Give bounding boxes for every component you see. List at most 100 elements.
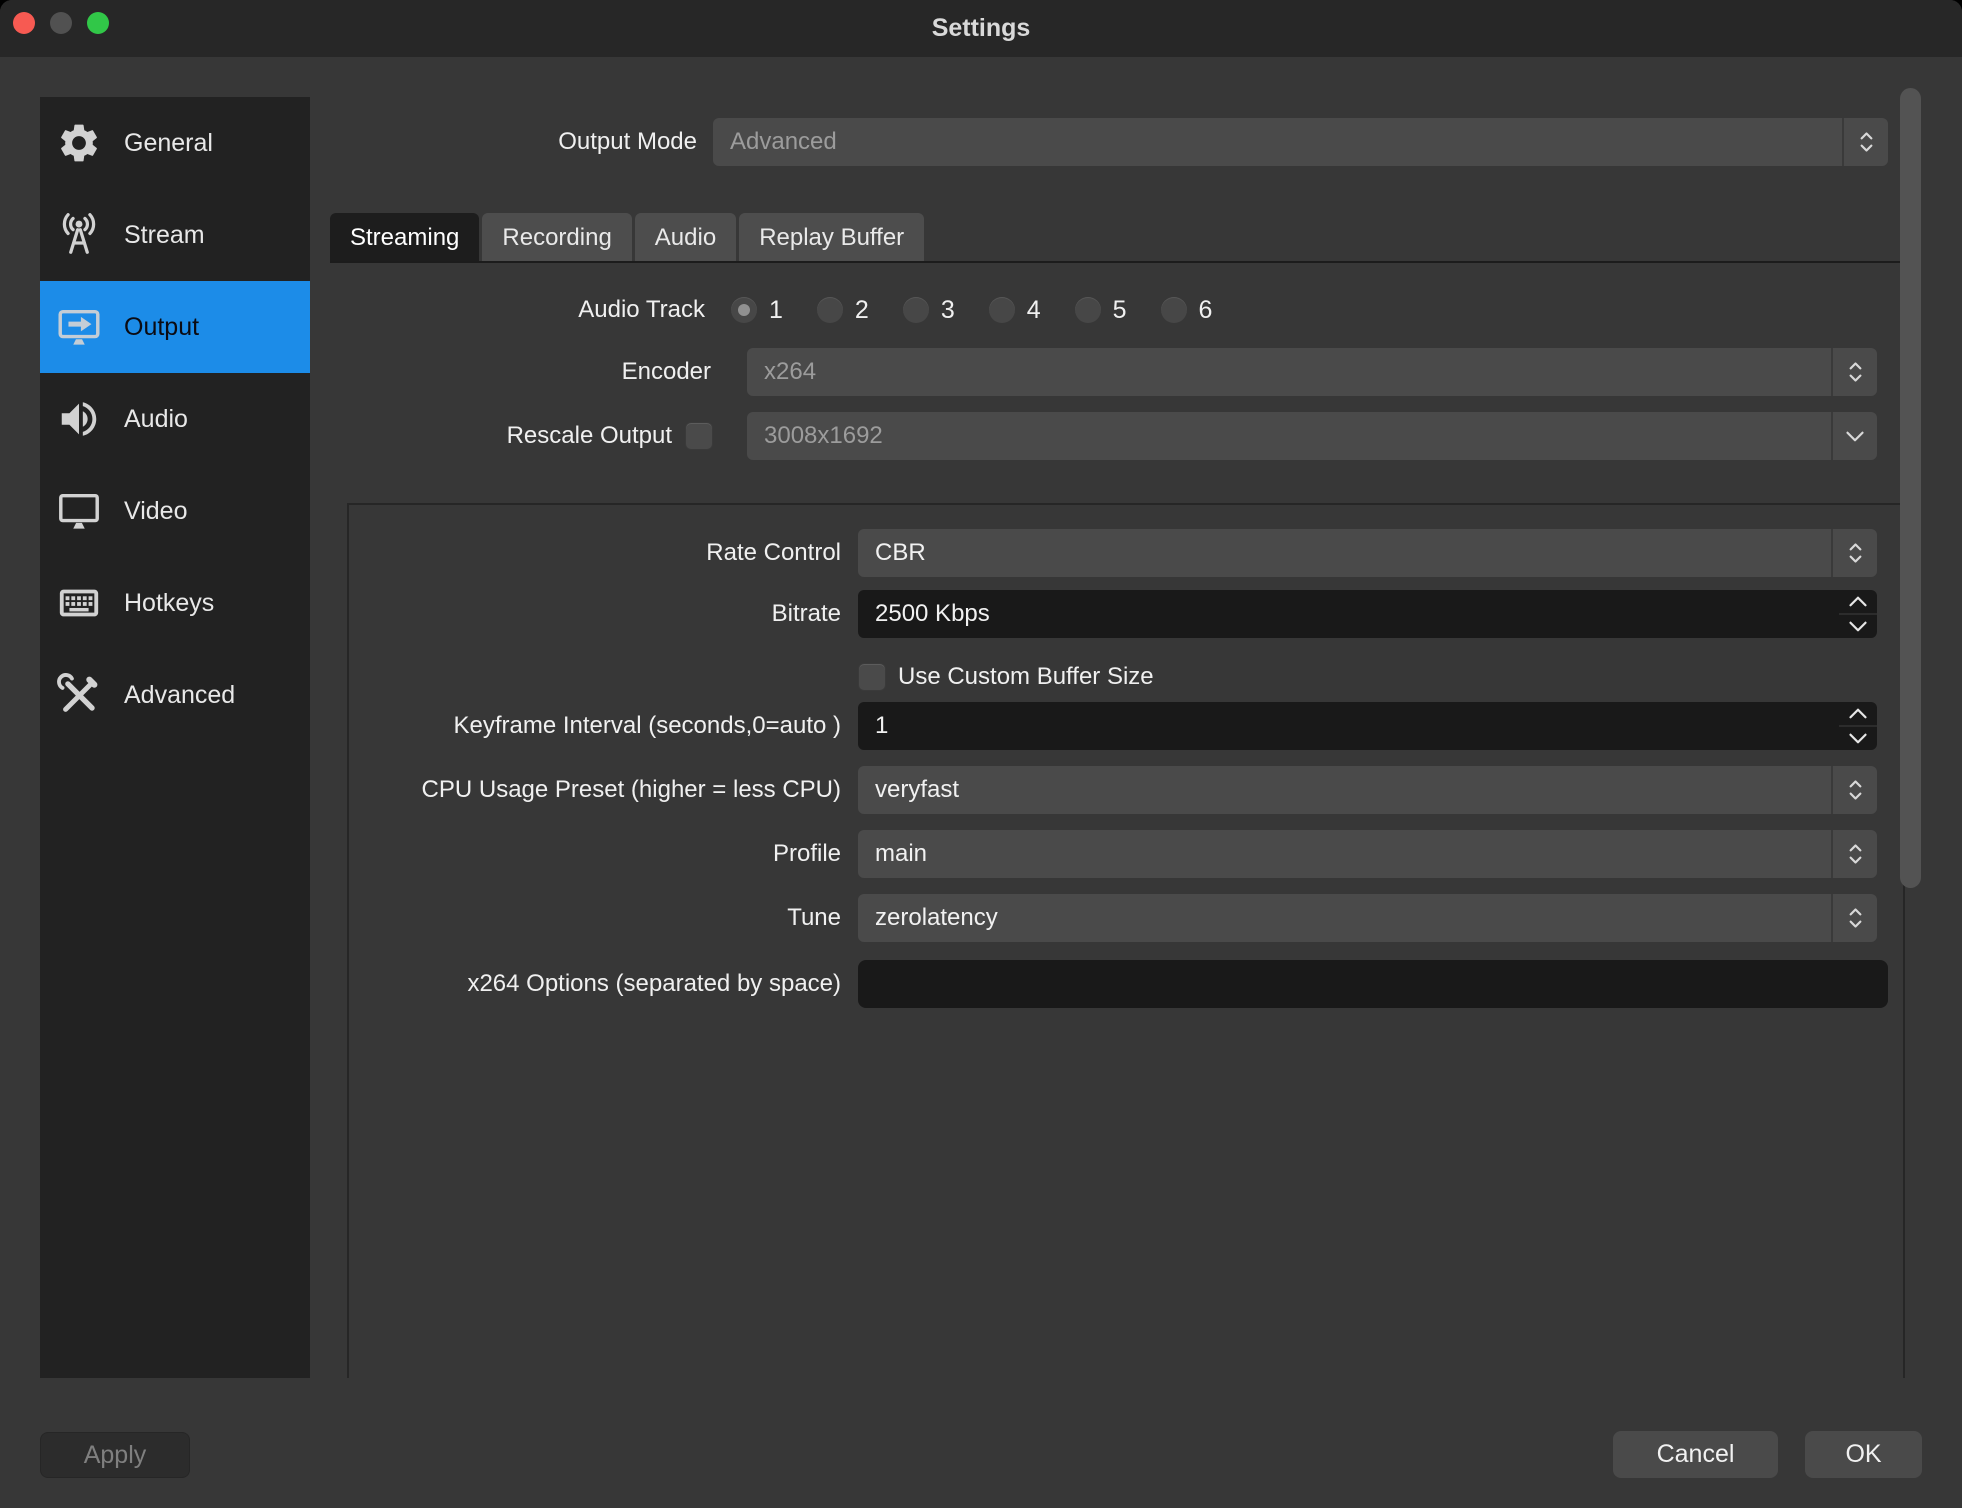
use-custom-buffer-label: Use Custom Buffer Size <box>898 663 1154 691</box>
tab-replay-buffer[interactable]: Replay Buffer <box>739 213 924 263</box>
stepper-up-down-icon <box>1831 894 1877 942</box>
rate-control-label: Rate Control <box>349 539 841 567</box>
monitor-icon <box>56 488 102 534</box>
vertical-scrollbar-thumb[interactable] <box>1900 88 1921 888</box>
rescale-resolution-value: 3008x1692 <box>764 422 1831 450</box>
profile-value: main <box>875 840 1831 868</box>
tab-label: Replay Buffer <box>759 224 904 252</box>
x264-options-input[interactable] <box>858 960 1888 1008</box>
traffic-lights <box>13 12 109 34</box>
tools-icon <box>56 672 102 718</box>
output-mode-value: Advanced <box>730 128 1842 156</box>
radio-icon <box>1075 297 1101 323</box>
tab-recording[interactable]: Recording <box>482 213 631 263</box>
encoder-value: x264 <box>764 358 1831 386</box>
zoom-window-button[interactable] <box>87 12 109 34</box>
tune-label: Tune <box>349 904 841 932</box>
stepper-up-down-icon <box>1831 348 1877 396</box>
audio-track-label: Audio Track <box>330 296 705 324</box>
radio-icon <box>903 297 929 323</box>
output-tabs: Streaming Recording Audio Replay Buffer <box>330 213 924 263</box>
x264-options-label: x264 Options (separated by space) <box>349 970 841 998</box>
audio-track-option-3[interactable]: 3 <box>903 296 955 325</box>
radio-label: 6 <box>1199 296 1213 325</box>
rescale-resolution-combo[interactable]: 3008x1692 <box>747 412 1877 460</box>
tab-label: Recording <box>502 224 611 252</box>
tabs-underline <box>330 261 1907 263</box>
sidebar-item-hotkeys[interactable]: Hotkeys <box>40 557 310 649</box>
cpu-preset-value: veryfast <box>875 776 1831 804</box>
sidebar-item-general[interactable]: General <box>40 97 310 189</box>
settings-window: Settings General Stream Output Audio Video Ho… <box>0 0 1962 1508</box>
encoder-select[interactable]: x264 <box>747 348 1877 396</box>
radio-icon <box>1161 297 1187 323</box>
use-custom-buffer-checkbox[interactable] <box>858 663 886 691</box>
audio-track-radio-group: 1 2 3 4 5 6 <box>731 296 1212 325</box>
audio-track-option-6[interactable]: 6 <box>1161 296 1213 325</box>
spinner-up-down-icon[interactable] <box>1839 590 1877 638</box>
gear-icon <box>56 120 102 166</box>
rate-control-value: CBR <box>875 539 1831 567</box>
tab-label: Audio <box>655 224 716 252</box>
radio-icon <box>817 297 843 323</box>
tab-streaming[interactable]: Streaming <box>330 213 479 263</box>
bitrate-value: 2500 Kbps <box>875 600 1839 628</box>
radio-label: 1 <box>769 296 783 325</box>
broadcast-icon <box>56 212 102 258</box>
keyframe-interval-input[interactable]: 1 <box>858 702 1877 750</box>
rescale-output-label: Rescale Output <box>330 422 672 450</box>
sidebar-item-label: Output <box>124 313 199 342</box>
output-icon <box>56 304 102 350</box>
keyframe-interval-value: 1 <box>875 712 1839 740</box>
sidebar-item-advanced[interactable]: Advanced <box>40 649 310 741</box>
sidebar-item-audio[interactable]: Audio <box>40 373 310 465</box>
output-mode-label: Output Mode <box>330 128 697 156</box>
stepper-up-down-icon <box>1831 766 1877 814</box>
sidebar-item-label: General <box>124 129 213 158</box>
audio-track-option-1[interactable]: 1 <box>731 296 783 325</box>
tab-audio[interactable]: Audio <box>635 213 736 263</box>
stepper-up-down-icon <box>1842 118 1888 166</box>
spinner-up-down-icon[interactable] <box>1839 702 1877 750</box>
tab-label: Streaming <box>350 224 459 252</box>
profile-select[interactable]: main <box>858 830 1877 878</box>
stepper-up-down-icon <box>1831 830 1877 878</box>
audio-track-option-5[interactable]: 5 <box>1075 296 1127 325</box>
close-window-button[interactable] <box>13 12 35 34</box>
bitrate-input[interactable]: 2500 Kbps <box>858 590 1877 638</box>
audio-track-option-2[interactable]: 2 <box>817 296 869 325</box>
minimize-window-button[interactable] <box>50 12 72 34</box>
output-mode-select[interactable]: Advanced <box>713 118 1888 166</box>
sidebar-item-label: Stream <box>124 221 205 250</box>
cpu-preset-label: CPU Usage Preset (higher = less CPU) <box>349 776 841 804</box>
window-title: Settings <box>0 0 1962 57</box>
radio-icon <box>989 297 1015 323</box>
profile-label: Profile <box>349 840 841 868</box>
radio-label: 4 <box>1027 296 1041 325</box>
encoder-settings-group: Rate Control CBR Bitrate 2500 Kbps Use C… <box>347 503 1905 1378</box>
tune-select[interactable]: zerolatency <box>858 894 1877 942</box>
radio-icon <box>731 297 757 323</box>
sidebar-item-label: Audio <box>124 405 188 434</box>
audio-track-option-4[interactable]: 4 <box>989 296 1041 325</box>
sidebar-item-video[interactable]: Video <box>40 465 310 557</box>
ok-button[interactable]: OK <box>1805 1431 1922 1478</box>
sidebar-item-label: Hotkeys <box>124 589 214 618</box>
bitrate-label: Bitrate <box>349 600 841 628</box>
cpu-preset-select[interactable]: veryfast <box>858 766 1877 814</box>
chevron-down-icon <box>1831 412 1877 460</box>
encoder-label: Encoder <box>330 358 711 386</box>
sidebar-item-label: Video <box>124 497 188 526</box>
keyframe-interval-label: Keyframe Interval (seconds,0=auto ) <box>349 712 841 740</box>
rate-control-select[interactable]: CBR <box>858 529 1877 577</box>
apply-button[interactable]: Apply <box>40 1432 190 1478</box>
speaker-icon <box>56 396 102 442</box>
sidebar-item-label: Advanced <box>124 681 235 710</box>
rescale-output-checkbox[interactable] <box>685 422 713 450</box>
cancel-button[interactable]: Cancel <box>1613 1431 1778 1478</box>
sidebar-item-output[interactable]: Output <box>40 281 310 373</box>
tune-value: zerolatency <box>875 904 1831 932</box>
sidebar-item-stream[interactable]: Stream <box>40 189 310 281</box>
keyboard-icon <box>56 580 102 626</box>
stepper-up-down-icon <box>1831 529 1877 577</box>
